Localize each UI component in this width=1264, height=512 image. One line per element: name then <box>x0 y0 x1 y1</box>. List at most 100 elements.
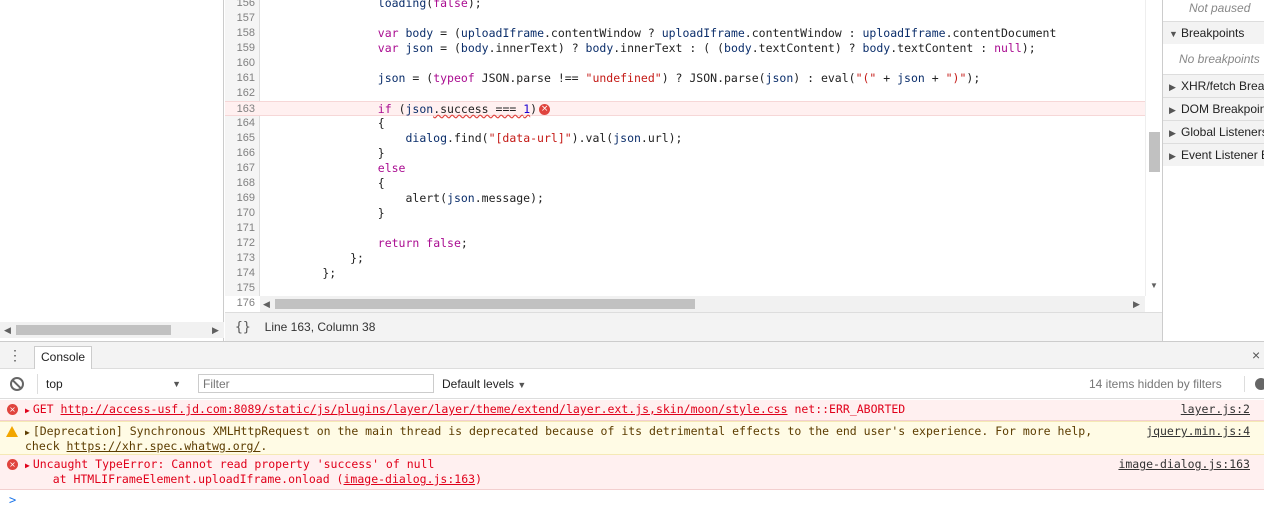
console-message-error[interactable]: × ▶ Uncaught TypeError: Cannot read prope… <box>0 455 1264 490</box>
line-number[interactable]: 173 <box>225 251 255 266</box>
line-number[interactable]: 167 <box>225 161 255 176</box>
context-selector[interactable]: top ▼ <box>37 374 185 394</box>
code-line[interactable]: 165 dialog.find("[data-url]").val(json.u… <box>225 131 1145 146</box>
code-text: } <box>267 206 385 220</box>
code-text: dialog.find("[data-url]").val(json.url); <box>405 131 683 145</box>
code-line[interactable]: 162 <box>225 86 1145 101</box>
line-number[interactable]: 168 <box>225 176 255 191</box>
scrollbar-thumb[interactable] <box>16 325 171 335</box>
line-number[interactable]: 175 <box>225 281 255 296</box>
scroll-left-icon[interactable]: ◀ <box>4 325 11 336</box>
line-number[interactable]: 159 <box>225 41 255 56</box>
console-prompt[interactable]: > <box>0 490 1264 512</box>
help-url-link[interactable]: https://xhr.spec.whatwg.org/ <box>67 439 261 453</box>
clear-console-icon[interactable] <box>10 377 24 391</box>
line-number[interactable]: 171 <box>225 221 255 236</box>
context-value: top <box>46 377 63 391</box>
request-url-link[interactable]: http://access-usf.jd.com:8089/static/js/… <box>61 402 788 416</box>
line-number[interactable]: 163 <box>225 102 255 117</box>
code-line[interactable]: 170 } <box>225 206 1145 221</box>
code-text: json = (typeof JSON.parse !== "undefined… <box>377 71 981 85</box>
message-text: ▶ GET http://access-usf.jd.com:8089/stati… <box>25 402 906 416</box>
scroll-down-icon[interactable]: ▼ <box>1150 281 1158 290</box>
line-number[interactable]: 170 <box>225 206 255 221</box>
line-number[interactable]: 162 <box>225 86 255 101</box>
pretty-print-icon[interactable]: {} <box>235 320 251 335</box>
code-line[interactable]: 156 loading(false); <box>225 0 1145 11</box>
code-line[interactable]: 175 <box>225 281 1145 296</box>
editor-vertical-scrollbar[interactable]: ▼ <box>1145 0 1162 296</box>
line-number[interactable]: 169 <box>225 191 255 206</box>
code-text: }; <box>267 251 364 265</box>
log-levels-dropdown[interactable]: Default levels ▼ <box>442 374 526 394</box>
filter-input[interactable] <box>198 374 434 393</box>
error-icon: × <box>7 404 18 415</box>
code-line[interactable]: 168 { <box>225 176 1145 191</box>
code-line[interactable]: 167 else <box>225 161 1145 176</box>
code-line[interactable]: 174 }; <box>225 266 1145 281</box>
expand-triangle-icon[interactable]: ▶ <box>25 428 30 437</box>
line-number[interactable]: 157 <box>225 11 255 26</box>
code-line[interactable]: 159 var json = (body.innerText) ? body.i… <box>225 41 1145 56</box>
more-menu-icon[interactable]: ⋮ <box>8 348 22 362</box>
navigator-horizontal-scrollbar[interactable]: ◀ ▶ <box>0 322 224 338</box>
code-editor[interactable]: 156 loading(false); 157 158 var body = (up… <box>225 0 1162 312</box>
console-toolbar: top ▼ Default levels ▼ 14 items hidden b… <box>0 369 1264 399</box>
code-line[interactable]: 172 return false; <box>225 236 1145 251</box>
section-global-listeners[interactable]: ▶ Global Listeners <box>1163 120 1264 143</box>
line-number[interactable]: 158 <box>225 26 255 41</box>
section-dom-breakpoints[interactable]: ▶DOM Breakpoints <box>1163 97 1264 120</box>
scrollbar-thumb[interactable] <box>1149 132 1160 172</box>
tab-console[interactable]: Console <box>34 346 93 369</box>
stack-trace-line: at HTMLIFrameElement.uploadIframe.onload… <box>25 472 482 486</box>
line-number[interactable]: 160 <box>225 56 255 71</box>
code-text: } <box>267 146 385 160</box>
code-text: return false; <box>377 236 468 250</box>
code-line[interactable]: 160 <box>225 56 1145 71</box>
code-line[interactable]: 157 <box>225 11 1145 26</box>
triangle-right-icon: ▶ <box>1169 128 1176 138</box>
line-number[interactable]: 172 <box>225 236 255 251</box>
code-line[interactable]: 173 }; <box>225 251 1145 266</box>
prompt-chevron-icon: > <box>9 493 17 507</box>
section-event-listener-breakpoints[interactable]: ▶Event Listener Breakpoints <box>1163 143 1264 166</box>
message-text-line2: check https://xhr.spec.whatwg.org/. <box>25 439 268 453</box>
code-text: var json = (body.innerText) ? body.inner… <box>377 41 1036 55</box>
source-link[interactable]: image-dialog.js:163 <box>1118 457 1250 472</box>
expand-triangle-icon[interactable]: ▶ <box>25 406 30 415</box>
line-number[interactable]: 174 <box>225 266 255 281</box>
source-link[interactable]: layer.js:2 <box>1181 402 1250 417</box>
cursor-position: Line 163, Column 38 <box>264 320 376 334</box>
code-line-error[interactable]: 163 if (json.success === 1) × <box>225 101 1145 116</box>
line-number[interactable]: 161 <box>225 71 255 86</box>
scroll-right-icon[interactable]: ▶ <box>1133 299 1140 310</box>
expand-triangle-icon[interactable]: ▶ <box>25 461 30 470</box>
code-line[interactable]: 158 var body = (uploadIframe.contentWind… <box>225 26 1145 41</box>
line-number[interactable]: 156 <box>225 0 255 11</box>
scroll-left-icon[interactable]: ◀ <box>263 299 270 310</box>
code-line[interactable]: 161 json = (typeof JSON.parse !== "undef… <box>225 71 1145 86</box>
line-number[interactable]: 166 <box>225 146 255 161</box>
stack-source-link[interactable]: image-dialog.js:163 <box>344 472 476 486</box>
code-line[interactable]: 171 <box>225 221 1145 236</box>
scroll-right-icon[interactable]: ▶ <box>212 325 219 336</box>
message-text: ▶ Uncaught TypeError: Cannot read propert… <box>25 457 435 471</box>
pause-status: Not paused <box>1189 1 1251 15</box>
line-number[interactable]: 165 <box>225 131 255 146</box>
code-text: loading(false); <box>377 0 482 10</box>
section-breakpoints[interactable]: ▼ Breakpoints <box>1163 21 1264 44</box>
code-line[interactable]: 164 { <box>225 116 1145 131</box>
code-line[interactable]: 169 alert(json.message); <box>225 191 1145 206</box>
line-number[interactable]: 164 <box>225 116 255 131</box>
console-message-warning[interactable]: ▶ [Deprecation] Synchronous XMLHttpReques… <box>0 421 1264 455</box>
code-text: var body = (uploadIframe.contentWindow ?… <box>377 26 1057 40</box>
line-number[interactable]: 176 <box>225 296 255 311</box>
console-message-error[interactable]: × ▶ GET http://access-usf.jd.com:8089/sta… <box>0 400 1264 421</box>
code-line[interactable]: 166 } <box>225 146 1145 161</box>
close-drawer-icon[interactable]: × <box>1252 347 1260 363</box>
source-link[interactable]: jquery.min.js:4 <box>1146 424 1250 439</box>
scrollbar-thumb[interactable] <box>275 299 695 309</box>
section-xhr-breakpoints[interactable]: ▶XHR/fetch Breakpoints <box>1163 74 1264 97</box>
console-settings-icon[interactable] <box>1244 376 1264 392</box>
editor-horizontal-scrollbar[interactable]: ◀ ▶ <box>260 296 1145 312</box>
